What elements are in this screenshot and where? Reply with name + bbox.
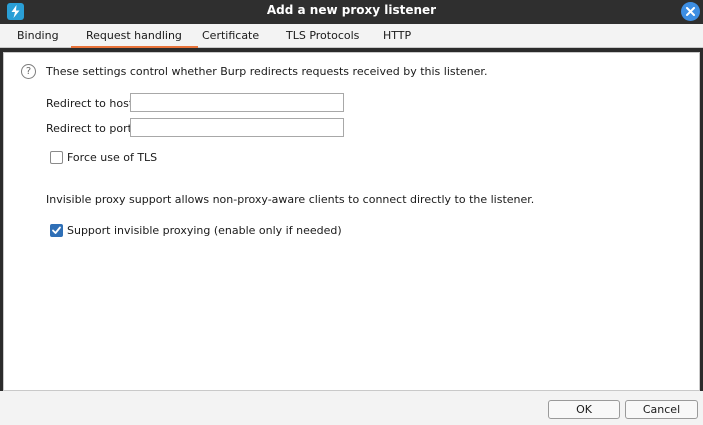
force-tls-checkbox[interactable]	[50, 151, 63, 164]
tab-bar: Binding Request handling Certificate TLS…	[0, 24, 703, 48]
checkmark-icon	[52, 226, 61, 234]
redirect-host-input[interactable]	[130, 93, 344, 112]
tab-tls-protocols[interactable]: TLS Protocols	[286, 24, 359, 48]
request-handling-panel: ? These settings control whether Burp re…	[3, 52, 700, 391]
tab-certificate[interactable]: Certificate	[202, 24, 259, 48]
tab-binding[interactable]: Binding	[17, 24, 59, 48]
invisible-proxy-checkbox[interactable]	[50, 224, 63, 237]
tab-http[interactable]: HTTP	[383, 24, 411, 48]
ok-button[interactable]: OK	[548, 400, 620, 419]
redirect-host-label: Redirect to host:	[46, 97, 137, 110]
invisible-proxy-description: Invisible proxy support allows non-proxy…	[46, 193, 535, 206]
window-title: Add a new proxy listener	[266, 3, 437, 17]
close-icon[interactable]	[681, 2, 700, 21]
dialog-footer: OK Cancel	[0, 391, 703, 425]
invisible-proxy-label[interactable]: Support invisible proxying (enable only …	[67, 224, 342, 237]
cancel-button[interactable]: Cancel	[625, 400, 698, 419]
tab-request-handling[interactable]: Request handling	[71, 24, 198, 48]
request-handling-description: These settings control whether Burp redi…	[46, 65, 488, 78]
title-bar: Add a new proxy listener	[0, 0, 703, 24]
redirect-port-label: Redirect to port:	[46, 122, 136, 135]
redirect-port-input[interactable]	[130, 118, 344, 137]
help-icon[interactable]: ?	[21, 64, 36, 79]
force-tls-label[interactable]: Force use of TLS	[67, 151, 157, 164]
